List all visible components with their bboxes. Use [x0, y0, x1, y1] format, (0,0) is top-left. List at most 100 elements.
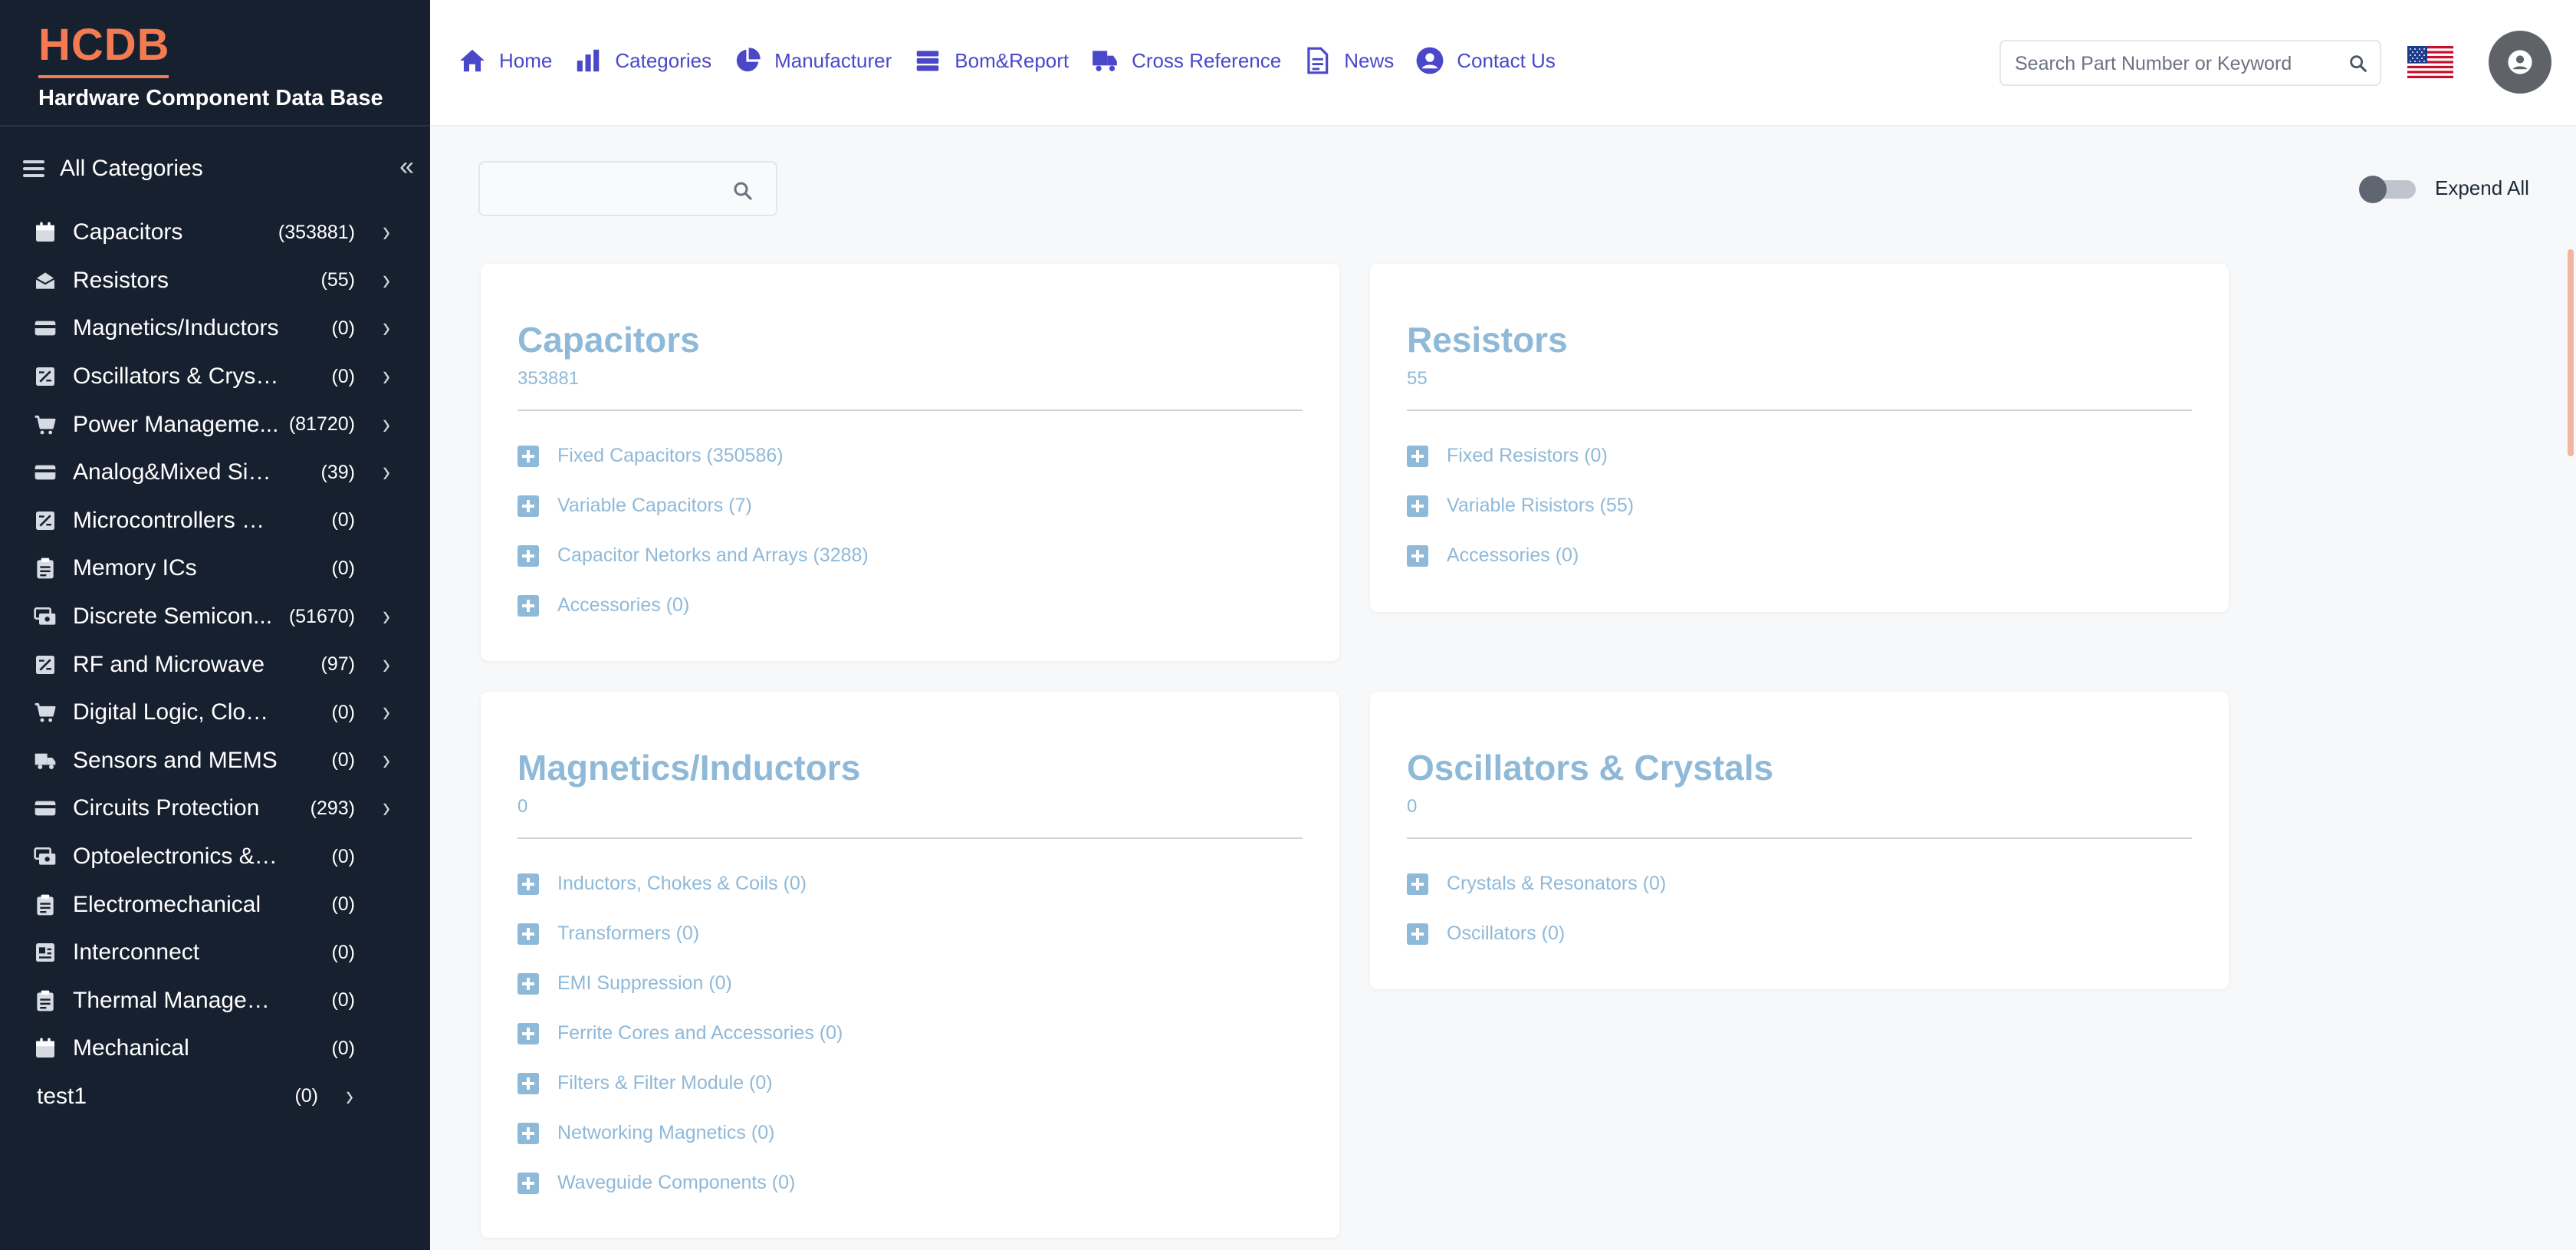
subcategory-label[interactable]: Accessories (0): [557, 594, 689, 617]
nav-categories[interactable]: Categories: [573, 46, 711, 75]
sidebar-item-rf-and-microwave[interactable]: RF and Microwave (97) ›: [0, 640, 430, 689]
plus-square-icon[interactable]: [1407, 544, 1428, 567]
chevron-right-icon[interactable]: ›: [383, 456, 390, 489]
subcategory-item[interactable]: Variable Capacitors (7): [518, 481, 869, 531]
plus-square-icon[interactable]: [518, 1072, 539, 1094]
subcategory-item[interactable]: Accessories (0): [518, 581, 869, 630]
chevron-right-icon[interactable]: ›: [383, 408, 390, 442]
nav-contact-us[interactable]: Contact Us: [1415, 46, 1556, 75]
subcategory-label[interactable]: Waveguide Components (0): [557, 1172, 795, 1194]
subcategory-item[interactable]: Oscillators (0): [1407, 909, 1666, 959]
plus-square-icon[interactable]: [1407, 873, 1428, 895]
sidebar-item-oscillators-crystals[interactable]: Oscillators & Crystals (0) ›: [0, 353, 430, 401]
subcategory-item[interactable]: Networking Magnetics (0): [518, 1108, 843, 1158]
all-categories-header[interactable]: All Categories «: [23, 150, 414, 187]
card-title[interactable]: Magnetics/Inductors: [518, 747, 860, 788]
search-icon[interactable]: [731, 179, 754, 202]
user-avatar[interactable]: [2489, 31, 2551, 94]
plus-square-icon[interactable]: [518, 972, 539, 995]
logo[interactable]: HCDB Hardware Component Data Base: [38, 20, 383, 111]
nav-bom-report[interactable]: Bom&Report: [913, 46, 1069, 75]
plus-square-icon[interactable]: [518, 445, 539, 467]
subcategory-label[interactable]: Inductors, Chokes & Coils (0): [557, 873, 807, 895]
plus-square-icon[interactable]: [518, 1122, 539, 1144]
subcategory-item[interactable]: Ferrite Cores and Accessories (0): [518, 1008, 843, 1058]
chevron-right-icon[interactable]: ›: [383, 600, 390, 633]
search-icon[interactable]: [2348, 53, 2369, 74]
chevron-right-icon[interactable]: ›: [383, 696, 390, 729]
card-title[interactable]: Capacitors: [518, 319, 700, 360]
sidebar-item-test1[interactable]: test1 (0) ›: [0, 1073, 430, 1121]
sidebar-item-analog-mixed-signal-ics[interactable]: Analog&Mixed Signa... (39) ›: [0, 449, 430, 497]
plus-square-icon[interactable]: [1407, 923, 1428, 945]
subcategory-label[interactable]: Fixed Capacitors (350586): [557, 445, 784, 467]
subcategory-item[interactable]: Filters & Filter Module (0): [518, 1058, 843, 1108]
sidebar-item-discrete-semiconductors[interactable]: Discrete Semicon... (51670) ›: [0, 593, 430, 641]
sidebar-item-magnetics-inductors[interactable]: Magnetics/Inductors (0) ›: [0, 304, 430, 353]
subcategory-item[interactable]: Variable Risistors (55): [1407, 481, 1634, 531]
plus-square-icon[interactable]: [1407, 495, 1428, 517]
sidebar-item-thermal-management[interactable]: Thermal Management (0): [0, 977, 430, 1025]
subcategory-item[interactable]: EMI Suppression (0): [518, 959, 843, 1008]
subcategory-label[interactable]: Crystals & Resonators (0): [1447, 873, 1666, 895]
sidebar-item-circuits-protection[interactable]: Circuits Protection (293) ›: [0, 785, 430, 833]
subcategory-label[interactable]: Fixed Resistors (0): [1447, 445, 1608, 467]
subcategory-label[interactable]: Variable Capacitors (7): [557, 495, 752, 517]
plus-square-icon[interactable]: [518, 495, 539, 517]
plus-square-icon[interactable]: [518, 923, 539, 945]
subcategory-item[interactable]: Fixed Capacitors (350586): [518, 431, 869, 481]
subcategory-item[interactable]: Waveguide Components (0): [518, 1158, 843, 1208]
subcategory-item[interactable]: Accessories (0): [1407, 531, 1634, 581]
plus-square-icon[interactable]: [518, 1172, 539, 1194]
subcategory-item[interactable]: Crystals & Resonators (0): [1407, 859, 1666, 909]
expand-all-toggle[interactable]: [2359, 176, 2417, 203]
nav-news[interactable]: News: [1303, 46, 1394, 75]
sidebar-item-microcontrollers-processors[interactable]: Microcontrollers & Pr... (0): [0, 497, 430, 545]
sidebar-item-memory-ics[interactable]: Memory ICs (0): [0, 544, 430, 593]
chevron-right-icon[interactable]: ›: [383, 744, 390, 778]
subcategory-label[interactable]: Transformers (0): [557, 923, 699, 945]
card-title[interactable]: Resistors: [1407, 319, 1568, 360]
subcategory-item[interactable]: Capacitor Netorks and Arrays (3288): [518, 531, 869, 581]
subcategory-item[interactable]: Transformers (0): [518, 909, 843, 959]
subcategory-label[interactable]: Capacitor Netorks and Arrays (3288): [557, 544, 869, 567]
subcategory-label[interactable]: Variable Risistors (55): [1447, 495, 1634, 517]
sidebar-item-interconnect[interactable]: Interconnect (0): [0, 929, 430, 977]
sidebar-item-optoelectronics-leds[interactable]: Optoelectronics & LEDs (0): [0, 833, 430, 881]
us-flag-icon[interactable]: [2407, 46, 2453, 78]
card-title[interactable]: Oscillators & Crystals: [1407, 747, 1773, 788]
scrollbar-thumb[interactable]: [2568, 249, 2574, 456]
chevron-right-icon[interactable]: ›: [383, 360, 390, 393]
collapse-sidebar-icon[interactable]: «: [399, 153, 414, 179]
subcategory-label[interactable]: EMI Suppression (0): [557, 972, 732, 995]
subcategory-label[interactable]: Oscillators (0): [1447, 923, 1565, 945]
chevron-right-icon[interactable]: ›: [383, 791, 390, 825]
plus-square-icon[interactable]: [1407, 445, 1428, 467]
subcategory-label[interactable]: Accessories (0): [1447, 544, 1579, 567]
sidebar-item-mechanical[interactable]: Mechanical (0): [0, 1025, 430, 1073]
chevron-right-icon[interactable]: ›: [383, 648, 390, 682]
plus-square-icon[interactable]: [518, 594, 539, 617]
part-search-input[interactable]: [2015, 51, 2337, 77]
chevron-right-icon[interactable]: ›: [383, 264, 390, 298]
nav-manufacturer[interactable]: Manufacturer: [733, 46, 892, 75]
sidebar-item-electromechanical[interactable]: Electromechanical (0): [0, 880, 430, 929]
sidebar-item-resistors[interactable]: Resistors (55) ›: [0, 257, 430, 305]
sidebar-item-digital-logic-clock-timing[interactable]: Digital Logic, Clock & ... (0) ›: [0, 689, 430, 737]
sidebar-item-capacitors[interactable]: Capacitors (353881) ›: [0, 209, 430, 257]
subcategory-label[interactable]: Ferrite Cores and Accessories (0): [557, 1022, 843, 1044]
subcategory-item[interactable]: Inductors, Chokes & Coils (0): [518, 859, 843, 909]
scrollbar[interactable]: [2565, 127, 2576, 1250]
subcategory-label[interactable]: Filters & Filter Module (0): [557, 1072, 773, 1094]
sidebar-item-power-management-ics[interactable]: Power Manageme... (81720) ›: [0, 400, 430, 449]
menu-icon[interactable]: [23, 160, 44, 177]
chevron-right-icon[interactable]: ›: [383, 215, 390, 249]
plus-square-icon[interactable]: [518, 544, 539, 567]
plus-square-icon[interactable]: [518, 873, 539, 895]
nav-home[interactable]: Home: [458, 46, 552, 75]
category-filter-input[interactable]: [494, 176, 724, 202]
nav-cross-reference[interactable]: Cross Reference: [1090, 46, 1281, 75]
chevron-right-icon[interactable]: ›: [346, 1080, 353, 1113]
subcategory-item[interactable]: Fixed Resistors (0): [1407, 431, 1634, 481]
sidebar-item-sensors-and-mems[interactable]: Sensors and MEMS (0) ›: [0, 737, 430, 785]
